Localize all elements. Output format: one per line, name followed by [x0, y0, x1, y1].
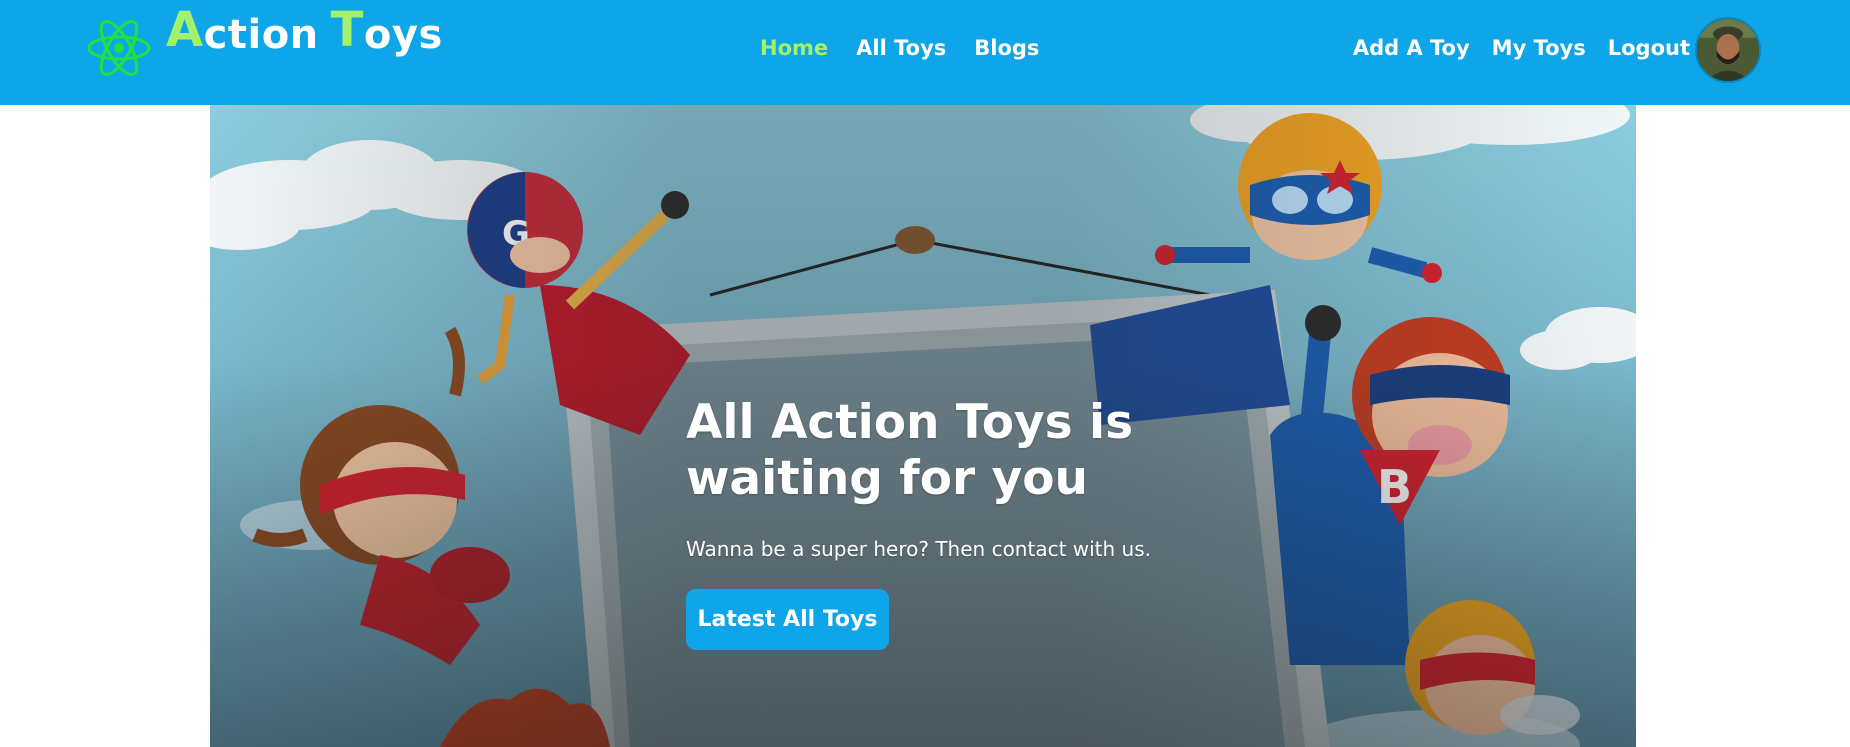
latest-all-toys-button[interactable]: Latest All Toys	[686, 589, 889, 650]
brand-word-action: ction	[203, 11, 319, 58]
brand-initial-t: T	[330, 1, 364, 58]
atom-icon	[87, 19, 151, 76]
hero-subtitle: Wanna be a super hero? Then contact with…	[686, 537, 1152, 561]
main-nav: Home All Toys Blogs	[760, 36, 1039, 60]
hero-title: All Action Toys is waiting for you	[686, 395, 1134, 506]
navbar: A ction T oys Home All Toys Blogs Add A …	[0, 0, 1850, 105]
user-avatar-photo	[1697, 19, 1759, 81]
nav-add-a-toy[interactable]: Add A Toy	[1353, 36, 1470, 60]
nav-blogs[interactable]: Blogs	[974, 36, 1039, 60]
avatar[interactable]	[1695, 17, 1761, 83]
nav-home[interactable]: Home	[760, 36, 828, 60]
brand-word-toys: oys	[363, 11, 443, 58]
brand-initial-a: A	[166, 1, 204, 58]
hero-banner: G B All Action Toys is waiting for you W…	[210, 105, 1636, 747]
user-nav: Add A Toy My Toys Logout	[1353, 36, 1690, 60]
nav-all-toys[interactable]: All Toys	[856, 36, 946, 60]
brand-logo-link[interactable]: A ction T oys	[86, 2, 443, 85]
svg-text:B: B	[1377, 460, 1412, 514]
nav-my-toys[interactable]: My Toys	[1492, 36, 1586, 60]
brand-name: A ction T oys	[166, 2, 443, 68]
hero-content: All Action Toys is waiting for you Wanna…	[686, 395, 1206, 650]
nav-logout[interactable]: Logout	[1608, 36, 1690, 60]
